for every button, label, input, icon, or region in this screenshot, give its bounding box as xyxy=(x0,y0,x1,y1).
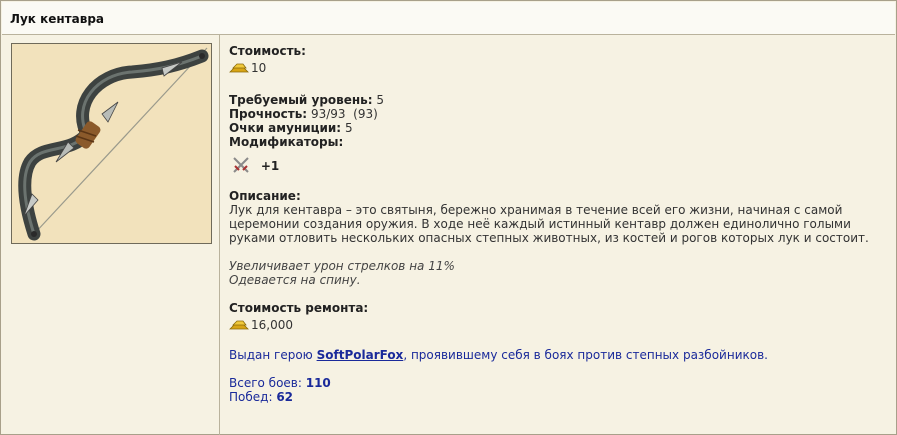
ammo-row: Очки амуниции: 5 xyxy=(229,121,889,135)
description-line: руками отловить нескольких опасных степн… xyxy=(229,231,869,245)
req-level-row: Требуемый уровень: 5 xyxy=(229,93,889,107)
given-to-row: Выдан герою SoftPolarFox, проявившему се… xyxy=(229,348,889,362)
effect-line: Одевается на спину. xyxy=(229,273,361,287)
cost-value: 10 xyxy=(251,61,267,75)
repair-row: 16,000 xyxy=(229,318,889,332)
description-label: Описание: xyxy=(229,189,301,203)
wins-value: 62 xyxy=(276,390,294,404)
item-image xyxy=(11,43,212,244)
modifiers-label: Модификаторы: xyxy=(229,135,344,149)
title-bar: Лук кентавра xyxy=(2,2,895,35)
battles-value: 110 xyxy=(305,376,331,390)
effect-line: Увеличивает урон стрелков на 11% xyxy=(229,259,455,273)
ammo-value: 5 xyxy=(344,121,353,135)
battles-label: Всего боев: xyxy=(229,376,306,390)
cost-label: Стоимость: xyxy=(229,44,306,58)
gold-icon xyxy=(229,63,249,73)
given-suffix: , проявившему себя в боях против степных… xyxy=(403,348,768,362)
durability-row: Прочность: 93/93 (93) xyxy=(229,107,889,121)
given-prefix: Выдан герою xyxy=(229,348,317,362)
req-level-label: Требуемый уровень: xyxy=(229,93,373,107)
wins-row: Побед: 62 xyxy=(229,390,889,404)
stats-block: Всего боев: 110 Побед: 62 xyxy=(229,376,889,404)
durability-label: Прочность: xyxy=(229,107,308,121)
durability-value: 93/93 (93) xyxy=(310,107,378,121)
battles-row: Всего боев: 110 xyxy=(229,376,889,390)
item-panel: Лук кентавра Стоимость: 10 Требуемый уро… xyxy=(0,0,897,435)
ammo-label: Очки амуниции: xyxy=(229,121,342,135)
req-level-value: 5 xyxy=(376,93,385,107)
item-title: Лук кентавра xyxy=(10,12,105,26)
crossed-swords-icon xyxy=(233,157,249,173)
effects-list: Увеличивает урон стрелков на 11% Одевает… xyxy=(229,259,889,287)
repair-label: Стоимость ремонта: xyxy=(229,301,369,315)
description-text: Лук для кентавра – это святыня, бережно … xyxy=(229,203,889,245)
modifier-row: +1 xyxy=(229,155,889,175)
description-line: церемонии создания оружия. В ходе неё ка… xyxy=(229,217,851,231)
description-line: Лук для кентавра – это святыня, бережно … xyxy=(229,203,843,217)
hero-link[interactable]: SoftPolarFox xyxy=(317,348,404,362)
bow-icon xyxy=(12,44,211,243)
details-column: Стоимость: 10 Требуемый уровень: 5 Прочн… xyxy=(229,44,889,404)
image-column xyxy=(2,35,220,435)
cost-row: 10 xyxy=(229,61,889,75)
repair-value: 16,000 xyxy=(251,318,293,332)
gold-icon xyxy=(229,320,249,330)
wins-label: Побед: xyxy=(229,390,277,404)
modifier-value: +1 xyxy=(260,159,280,173)
